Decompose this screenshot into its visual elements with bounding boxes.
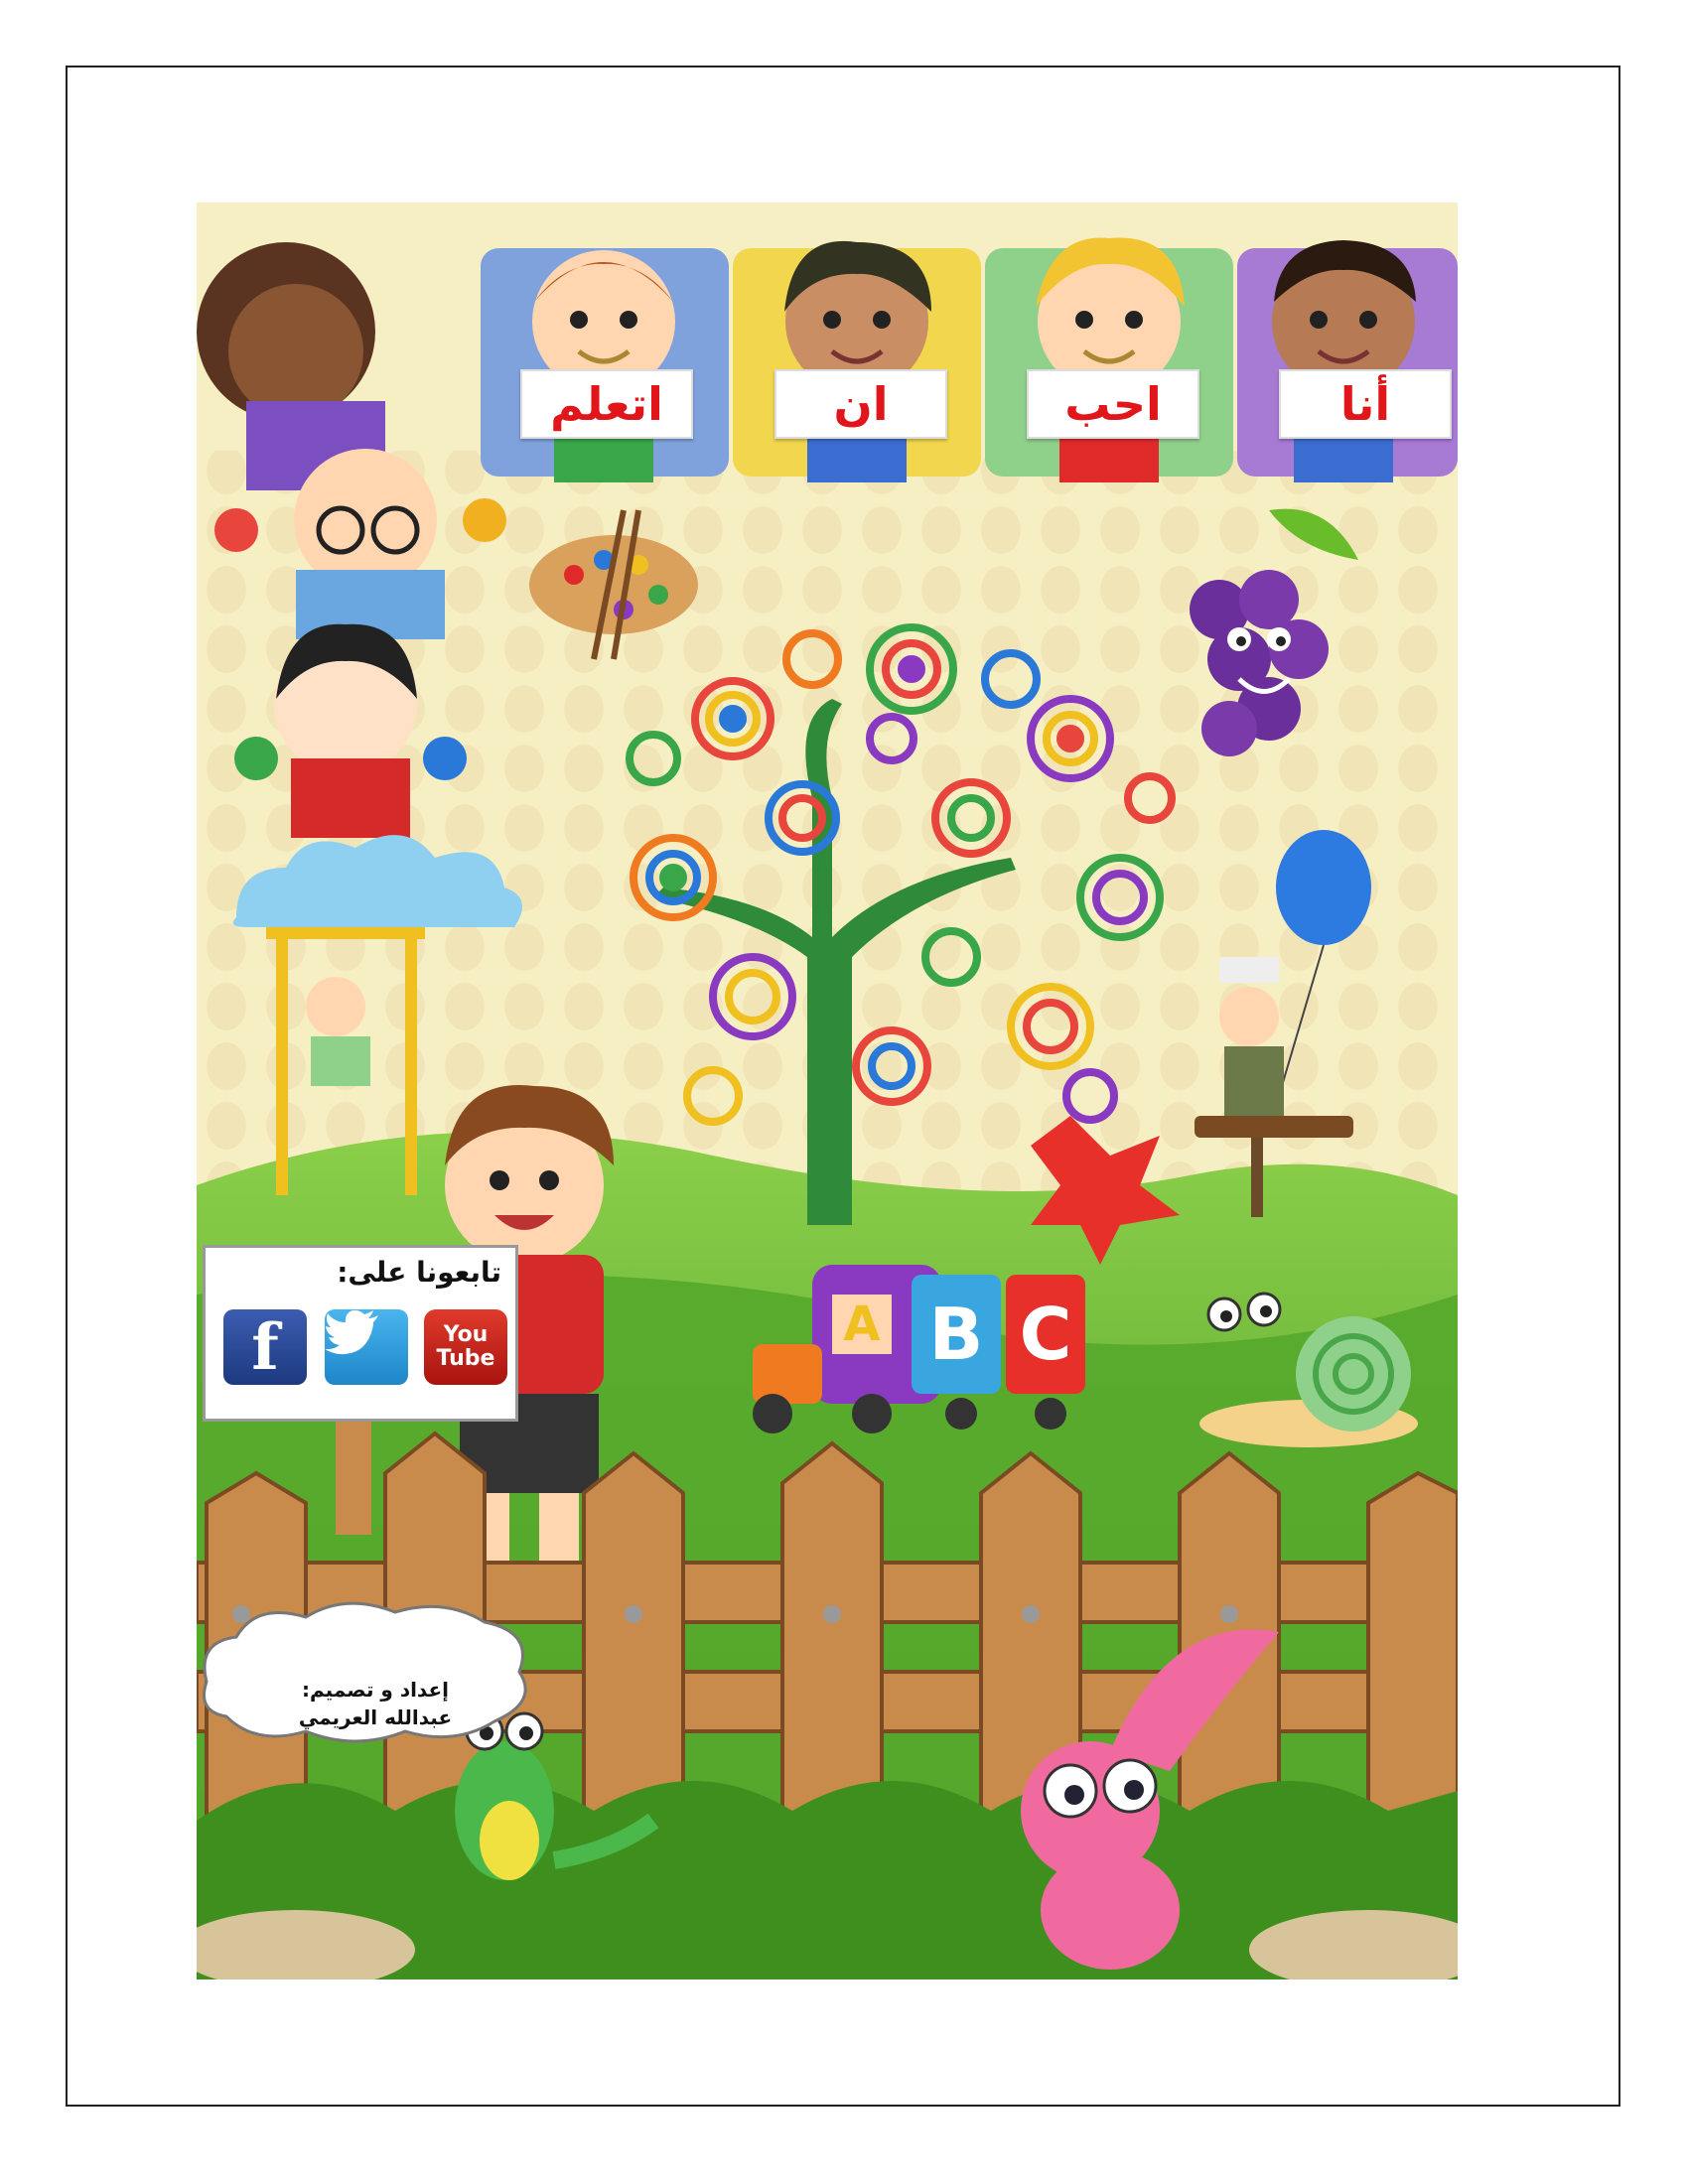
train-letter-a: A (843, 1297, 881, 1352)
follow-us-title: تابعونا على: (337, 1256, 501, 1289)
credit-line-2: عبدالله العريمي (298, 1706, 453, 1729)
word-card-love: احب (1027, 369, 1199, 439)
youtube-label-line2: Tube (436, 1346, 495, 1371)
word-card-i: أنا (1279, 369, 1452, 439)
kid-card-love (985, 237, 1233, 482)
twitter-icon[interactable] (325, 1309, 408, 1385)
train-letter-b: B (928, 1293, 984, 1376)
train-letter-c: C (1019, 1293, 1072, 1376)
word-card-learn: اتعلم (520, 369, 693, 439)
kid-card-i (1237, 240, 1458, 482)
word-card-that: ان (774, 369, 947, 439)
book-cover: اتعلم ان احب أنا تابعونا على: f You Tube… (197, 203, 1458, 1979)
facebook-letter: f (251, 1309, 279, 1385)
sign-post (336, 1416, 371, 1535)
credit-line-1: إعداد و تصميم: (301, 1678, 450, 1702)
kid-card-learn (481, 248, 729, 482)
twitter-bird-icon (325, 1309, 378, 1355)
youtube-icon[interactable]: You Tube (424, 1309, 507, 1385)
facebook-icon[interactable]: f (223, 1309, 307, 1385)
kid-card-that (733, 240, 981, 482)
youtube-label-line1: You (443, 1322, 489, 1347)
credit-box: إعداد و تصميم: عبدالله العريمي (197, 1658, 524, 1767)
follow-us-sign: تابعونا على: f You Tube (203, 1245, 518, 1422)
